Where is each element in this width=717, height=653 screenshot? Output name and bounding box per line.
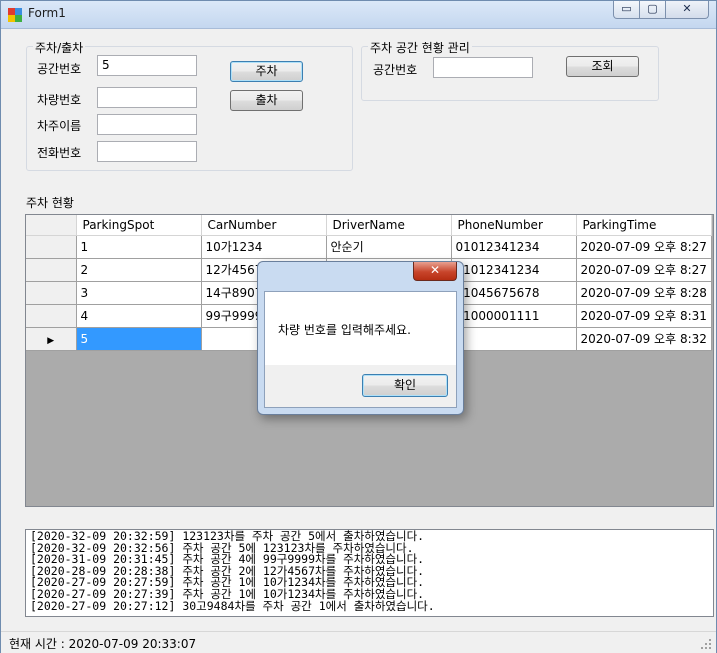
status-spot-label: 공간번호 — [373, 63, 418, 77]
column-header-carnumber[interactable]: CarNumber — [201, 215, 327, 236]
log-listbox[interactable]: [2020-32-09 20:32:59] 123123차를 주차 공간 5에서… — [25, 529, 714, 617]
maximize-button[interactable]: ▢ — [639, 1, 666, 19]
dialog-message: 차량 번호를 입력해주세요. — [278, 323, 411, 337]
cell-phonenumber[interactable]: 01012341234 — [451, 258, 577, 282]
dialog-close-icon: ✕ — [429, 263, 441, 277]
grid-corner-header[interactable] — [26, 215, 77, 236]
dialog-body: 차량 번호를 입력해주세요. 확인 — [264, 291, 457, 408]
cell-parkingspot[interactable]: 4 — [76, 304, 202, 328]
column-header-drivername[interactable]: DriverName — [326, 215, 452, 236]
row-header[interactable] — [26, 304, 77, 328]
cell-phonenumber[interactable]: 01012341234 — [451, 235, 577, 259]
column-header-phonenumber[interactable]: PhoneNumber — [451, 215, 577, 236]
table-row[interactable]: 1 10가1234 안순기 01012341234 2020-07-09 오후 … — [26, 235, 712, 259]
spot-input[interactable]: 5 — [97, 55, 197, 76]
close-button[interactable]: ✕ — [665, 1, 709, 19]
row-header[interactable] — [26, 235, 77, 259]
status-group-title: 주차 공간 현황 관리 — [368, 39, 472, 56]
cell-phonenumber[interactable] — [451, 327, 577, 351]
row-header[interactable] — [26, 258, 77, 282]
minimize-button[interactable]: ▭ — [613, 1, 640, 19]
window-title: Form1 — [28, 6, 66, 20]
parking-group-title: 주차/출차 — [33, 39, 86, 56]
app-icon — [8, 8, 22, 22]
cell-parkingtime[interactable]: 2020-07-09 오후 8:31 — [576, 304, 712, 328]
maximize-icon: ▢ — [647, 2, 658, 15]
exit-button[interactable]: 출차 — [230, 90, 303, 111]
car-number-input[interactable] — [97, 87, 197, 108]
car-number-label: 차량번호 — [37, 93, 82, 107]
resize-grip-icon[interactable] — [700, 638, 712, 650]
spot-label: 공간번호 — [37, 62, 82, 76]
column-header-parkingspot[interactable]: ParkingSpot — [76, 215, 202, 236]
row-header-current[interactable]: ▶ — [26, 327, 77, 351]
close-icon: ✕ — [682, 2, 692, 15]
cell-parkingtime[interactable]: 2020-07-09 오후 8:27 — [576, 258, 712, 282]
message-dialog: ✕ 차량 번호를 입력해주세요. 확인 — [257, 261, 464, 415]
minimize-icon: ▭ — [621, 2, 632, 15]
dialog-close-button[interactable]: ✕ — [413, 262, 457, 281]
title-bar[interactable]: Form1 ▭ ▢ ✕ — [1, 1, 716, 29]
status-bar: 현재 시간 : 2020-07-09 20:33:07 — [1, 631, 716, 653]
cell-parkingspot[interactable]: 3 — [76, 281, 202, 305]
column-header-parkingtime[interactable]: ParkingTime — [576, 215, 712, 236]
phone-number-label: 전화번호 — [37, 146, 82, 160]
park-button[interactable]: 주차 — [230, 61, 303, 82]
cell-parkingspot[interactable]: 5 — [76, 327, 202, 351]
row-header[interactable] — [26, 281, 77, 305]
grid-header-row: ParkingSpot CarNumber DriverName PhoneNu… — [26, 215, 712, 236]
cell-drivername[interactable]: 안순기 — [326, 235, 452, 259]
status-spot-input[interactable] — [433, 57, 533, 78]
current-time-label: 현재 시간 : 2020-07-09 20:33:07 — [9, 637, 197, 651]
dialog-message-area: 차량 번호를 입력해주세요. — [265, 292, 456, 365]
query-button[interactable]: 조회 — [566, 56, 639, 77]
cell-carnumber[interactable]: 10가1234 — [201, 235, 327, 259]
cell-parkingspot[interactable]: 1 — [76, 235, 202, 259]
grid-title: 주차 현황 — [26, 196, 74, 210]
cell-parkingtime[interactable]: 2020-07-09 오후 8:28 — [576, 281, 712, 305]
phone-number-input[interactable] — [97, 141, 197, 162]
dialog-ok-button[interactable]: 확인 — [362, 374, 448, 397]
cell-phonenumber[interactable]: 01000001111 — [451, 304, 577, 328]
cell-phonenumber[interactable]: 01045675678 — [451, 281, 577, 305]
cell-parkingspot[interactable]: 2 — [76, 258, 202, 282]
current-row-arrow-icon: ▶ — [47, 335, 55, 346]
cell-parkingtime[interactable]: 2020-07-09 오후 8:32 — [576, 327, 712, 351]
main-window: Form1 ▭ ▢ ✕ 주차/출차 공간번호 5 차량번호 차주이름 전화번호 … — [0, 0, 717, 653]
driver-name-label: 차주이름 — [37, 119, 82, 133]
cell-parkingtime[interactable]: 2020-07-09 오후 8:27 — [576, 235, 712, 259]
log-line[interactable]: [2020-27-09 20:27:12] 30고9484차를 주차 공간 1에… — [30, 600, 709, 613]
driver-name-input[interactable] — [97, 114, 197, 135]
